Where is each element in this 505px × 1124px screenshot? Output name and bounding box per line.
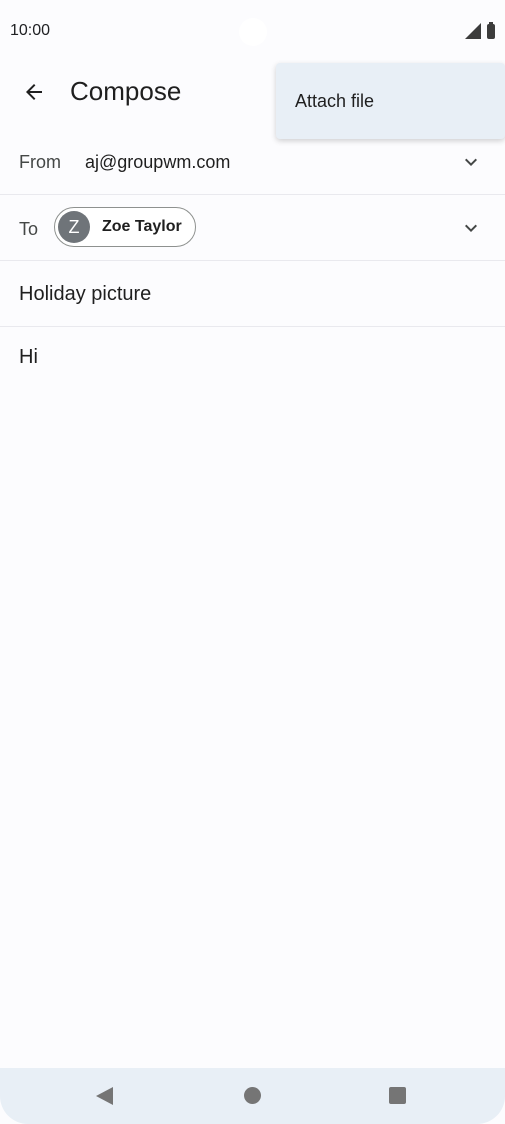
status-time: 10:00: [10, 22, 51, 39]
status-icons: [465, 21, 495, 39]
subject-row[interactable]: Holiday picture: [0, 261, 505, 327]
back-button[interactable]: [14, 72, 54, 112]
camera-cutout: [239, 18, 267, 46]
nav-recents-icon[interactable]: [389, 1087, 406, 1104]
navigation-bar: [0, 1068, 505, 1124]
battery-icon: [487, 21, 495, 39]
page-title: Compose: [70, 76, 182, 106]
status-bar: 10:00: [0, 0, 505, 62]
nav-back-icon[interactable]: [96, 1087, 113, 1105]
from-label: From: [19, 152, 61, 172]
menu-item-attach-file[interactable]: Attach file: [276, 63, 505, 139]
subject-field[interactable]: Holiday picture: [19, 283, 151, 306]
recipient-name: Zoe Taylor: [102, 218, 182, 235]
arrow-left-icon: [26, 84, 42, 100]
avatar: Z: [58, 211, 90, 243]
nav-home-icon[interactable]: [244, 1087, 261, 1104]
recipient-chip[interactable]: Z Zoe Taylor: [54, 207, 196, 247]
chevron-down-icon[interactable]: [459, 150, 483, 174]
to-label: To: [19, 219, 39, 239]
signal-icon: [465, 23, 481, 39]
from-value[interactable]: aj@groupwm.com: [85, 152, 230, 173]
overflow-menu: Attach file: [276, 63, 505, 139]
body-field[interactable]: Hi: [19, 346, 38, 369]
menu-item-label: Attach file: [295, 91, 375, 111]
to-row: To Z Zoe Taylor: [0, 195, 505, 261]
body-area[interactable]: Hi: [0, 327, 505, 1067]
chevron-down-icon[interactable]: [459, 216, 483, 240]
